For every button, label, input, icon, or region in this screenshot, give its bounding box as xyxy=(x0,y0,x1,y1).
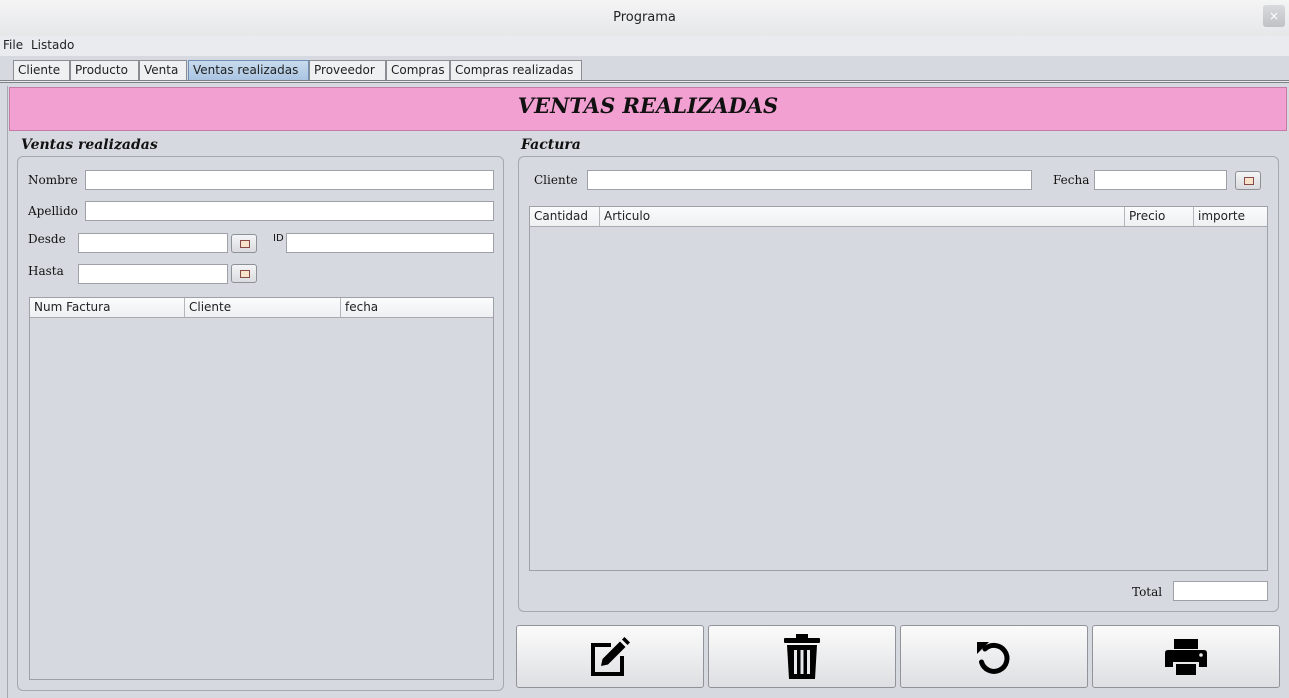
refresh-button[interactable] xyxy=(900,625,1088,688)
fecha-label: Fecha xyxy=(1053,173,1090,187)
tab-cliente[interactable]: Cliente xyxy=(13,60,70,80)
printer-icon xyxy=(1165,638,1207,675)
fecha-calendar-button[interactable] xyxy=(1235,171,1261,190)
factura-fecha-input[interactable] xyxy=(1094,170,1227,190)
hasta-label: Hasta xyxy=(28,264,64,278)
factura-table[interactable]: Cantidad Articulo Precio importe xyxy=(529,206,1268,571)
trash-icon xyxy=(784,633,820,679)
column-precio[interactable]: Precio xyxy=(1125,207,1194,226)
tab-compras-realizadas[interactable]: Compras realizadas xyxy=(450,60,582,80)
print-button[interactable] xyxy=(1092,625,1280,688)
hasta-calendar-button[interactable] xyxy=(231,264,257,283)
menu-bar: File Listado xyxy=(0,36,1289,56)
id-input[interactable] xyxy=(286,233,494,253)
nombre-input[interactable] xyxy=(85,170,494,190)
tab-producto[interactable]: Producto xyxy=(70,60,139,80)
tab-proveedor[interactable]: Proveedor xyxy=(309,60,386,80)
desde-calendar-button[interactable] xyxy=(231,234,257,253)
tab-divider xyxy=(0,80,1289,83)
tab-compras[interactable]: Compras xyxy=(386,60,450,80)
left-section-title: Ventas realizadas xyxy=(21,137,158,153)
calendar-icon xyxy=(240,270,250,278)
tab-ventas-realizadas[interactable]: Ventas realizadas xyxy=(188,60,309,80)
factura-table-header: Cantidad Articulo Precio importe xyxy=(530,207,1267,227)
cliente-label: Cliente xyxy=(534,173,578,187)
calendar-icon xyxy=(1244,177,1254,185)
ventas-table[interactable]: Num Factura Cliente fecha xyxy=(29,297,494,680)
title-bar: Programa × xyxy=(0,0,1289,36)
desde-label: Desde xyxy=(28,232,66,246)
right-section-title: Factura xyxy=(521,137,581,153)
menu-file[interactable]: File xyxy=(3,38,23,52)
total-input[interactable] xyxy=(1173,581,1268,601)
banner: VENTAS REALIZADAS xyxy=(9,87,1287,131)
id-label: ID xyxy=(273,233,284,244)
apellido-input[interactable] xyxy=(85,201,494,221)
tab-strip: Cliente Producto Venta Ventas realizadas… xyxy=(0,56,1289,82)
factura-cliente-input[interactable] xyxy=(587,170,1032,190)
column-importe[interactable]: importe xyxy=(1194,207,1267,226)
apellido-label: Apellido xyxy=(28,204,78,218)
column-num-factura[interactable]: Num Factura xyxy=(30,298,185,317)
edit-button[interactable] xyxy=(516,625,704,688)
window-title: Programa xyxy=(613,10,676,25)
desde-input[interactable] xyxy=(78,233,228,253)
column-cantidad[interactable]: Cantidad xyxy=(530,207,600,226)
ventas-table-header: Num Factura Cliente fecha xyxy=(30,298,493,318)
undo-icon xyxy=(977,641,1010,674)
column-fecha[interactable]: fecha xyxy=(341,298,493,317)
close-icon[interactable]: × xyxy=(1263,5,1285,27)
total-label: Total xyxy=(1132,585,1163,599)
hasta-input[interactable] xyxy=(78,264,228,284)
nombre-label: Nombre xyxy=(28,173,78,187)
page-title: VENTAS REALIZADAS xyxy=(517,93,779,118)
column-cliente[interactable]: Cliente xyxy=(185,298,341,317)
menu-listado[interactable]: Listado xyxy=(31,38,74,52)
tab-venta[interactable]: Venta xyxy=(139,60,187,80)
edit-icon xyxy=(591,636,630,676)
column-articulo[interactable]: Articulo xyxy=(600,207,1125,226)
delete-button[interactable] xyxy=(708,625,896,688)
calendar-icon xyxy=(240,240,250,248)
